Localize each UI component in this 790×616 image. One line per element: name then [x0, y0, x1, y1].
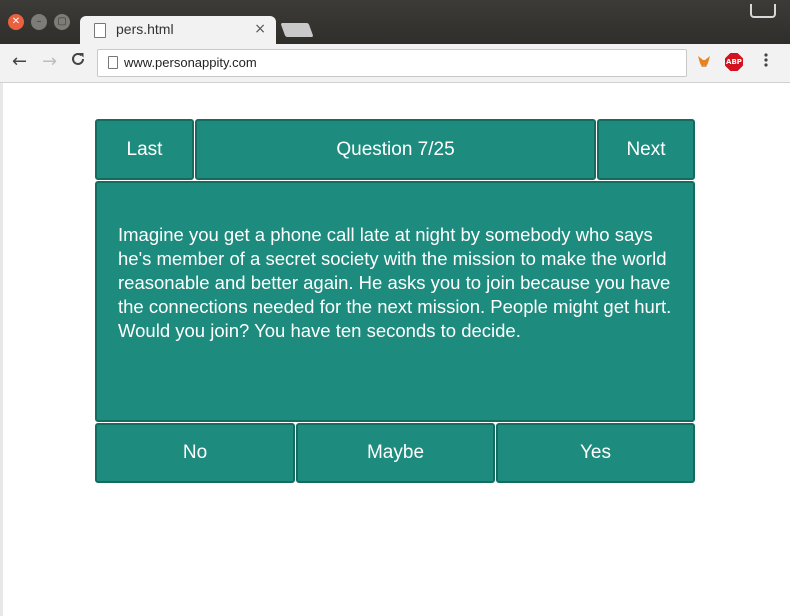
page-left-border	[0, 83, 3, 616]
reload-icon-svg	[72, 52, 84, 65]
minimize-icon[interactable]: –	[31, 14, 47, 30]
question-text: Imagine you get a phone call late at nig…	[118, 224, 672, 341]
answer-maybe-button[interactable]: Maybe	[296, 423, 495, 483]
kebab-menu-icon[interactable]	[760, 52, 772, 68]
next-button[interactable]: Next	[597, 119, 695, 180]
metamask-fox-icon[interactable]	[696, 54, 712, 70]
adblock-icon[interactable]: ABP	[725, 53, 743, 71]
page-icon	[94, 23, 106, 38]
answer-no-button[interactable]: No	[95, 423, 295, 483]
window-titlebar: ✕ – ▢ pers.html ×	[0, 0, 790, 44]
fox-icon-svg	[698, 56, 710, 67]
forward-arrow-icon[interactable]: →	[42, 51, 57, 72]
question-counter: Question 7/25	[195, 119, 596, 180]
new-tab-button[interactable]	[280, 23, 314, 37]
user-profile-icon[interactable]	[750, 4, 776, 18]
last-button[interactable]: Last	[95, 119, 194, 180]
question-text-box: Imagine you get a phone call late at nig…	[95, 181, 695, 422]
answer-yes-button[interactable]: Yes	[496, 423, 695, 483]
maximize-icon[interactable]: ▢	[54, 14, 70, 30]
tab-close-icon[interactable]: ×	[254, 21, 266, 37]
url-text[interactable]: www.personappity.com	[124, 55, 257, 70]
browser-tab[interactable]: pers.html ×	[80, 16, 276, 44]
page-info-icon[interactable]	[108, 56, 118, 69]
address-bar[interactable]: www.personappity.com	[97, 49, 687, 77]
close-window-icon[interactable]: ✕	[8, 14, 24, 30]
browser-toolbar: ← → www.personappity.com ABP	[0, 44, 790, 83]
kebab-menu-svg	[764, 53, 768, 67]
reload-icon[interactable]	[70, 51, 86, 72]
back-arrow-icon[interactable]: ←	[12, 51, 27, 72]
tab-title: pers.html	[116, 21, 174, 37]
